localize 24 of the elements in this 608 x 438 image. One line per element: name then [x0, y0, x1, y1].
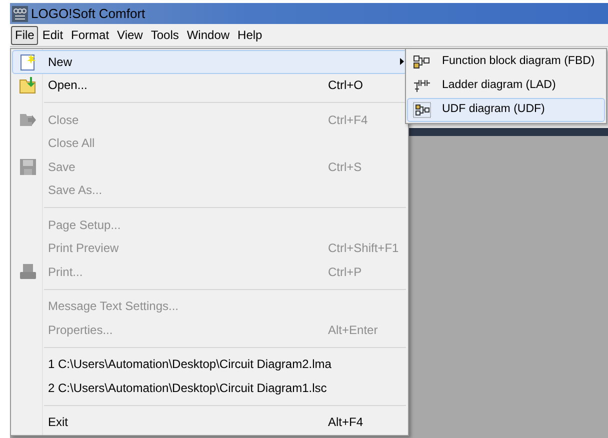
menu-item[interactable]: 1 C:\Users\Automation\Desktop\Circuit Diagram2.lma [12, 352, 407, 376]
menu-bar-item[interactable]: Help [234, 26, 266, 44]
folder-arrow-icon [19, 112, 37, 128]
menu-bar-item[interactable]: View [113, 26, 147, 44]
new-document-icon [19, 52, 37, 71]
menu-bar-item[interactable]: Format [67, 26, 114, 44]
menu-item[interactable]: New [12, 50, 407, 74]
folder-arrow-icon [19, 76, 37, 94]
menu-item[interactable]: Open... Ctrl+O [12, 74, 407, 97]
menu-item[interactable]: UDF diagram (UDF) [407, 98, 605, 122]
menu-bar-item[interactable]: Tools [146, 26, 183, 44]
menu-bar-item[interactable]: Edit [38, 26, 68, 44]
menu-bar-item[interactable]: Window [182, 26, 234, 44]
menu-item[interactable]: Function block diagram (FBD) [407, 50, 605, 74]
menu-item[interactable]: Exit Alt+F4 [12, 410, 407, 434]
window-title: LOGO!Soft Comfort [31, 4, 146, 23]
printer-icon [20, 264, 36, 280]
udf-block-icon [413, 102, 431, 118]
menu-bar-item[interactable]: File [11, 26, 38, 44]
function-block-icon [413, 54, 431, 70]
menu-item[interactable]: Ladder diagram (LAD) [407, 74, 605, 98]
ladder-contact-icon [413, 78, 431, 94]
menu-item[interactable]: 2 C:\Users\Automation\Desktop\Circuit Diagram1.lsc [12, 376, 407, 400]
app-logo-icon [12, 6, 28, 22]
